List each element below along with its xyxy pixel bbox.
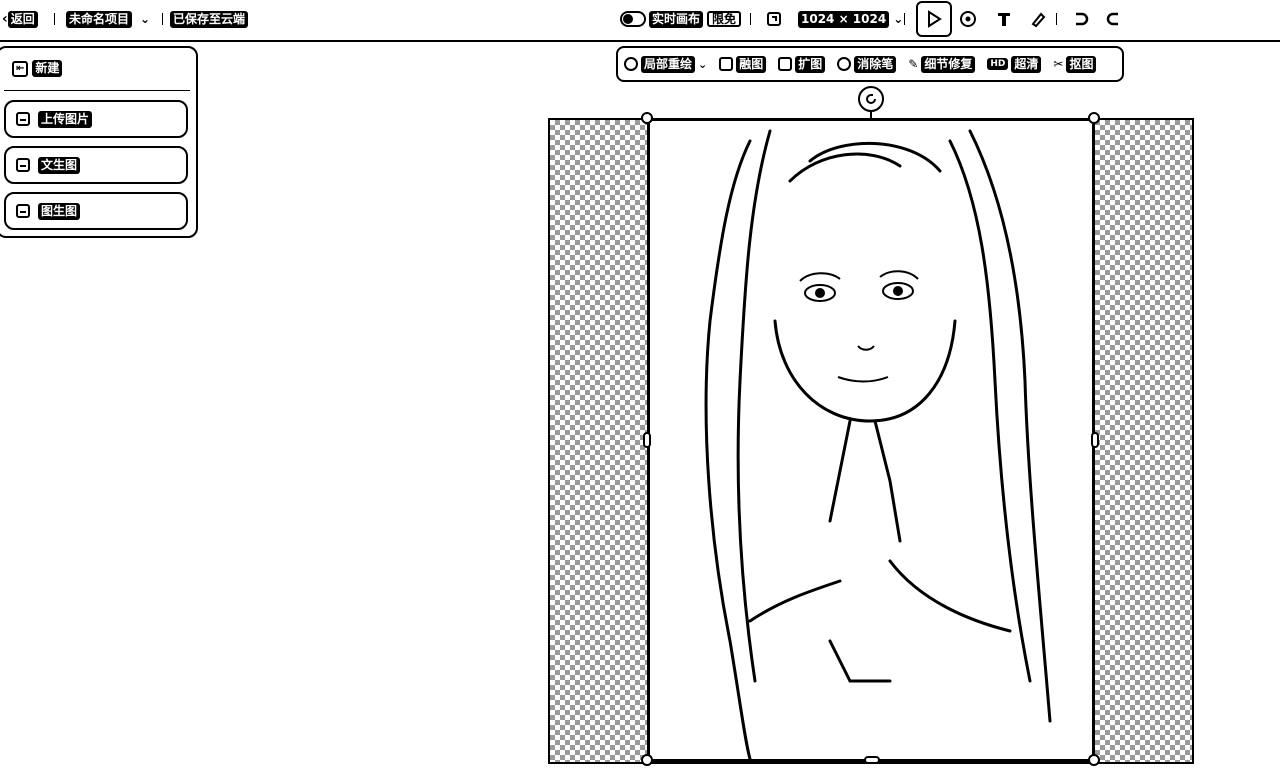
select-tool-icon[interactable] bbox=[916, 1, 952, 37]
canvas-size: 1024 × 1024 bbox=[798, 10, 890, 28]
cutout-label: 抠图 bbox=[1066, 55, 1097, 73]
realtime-canvas-toggle[interactable]: 实时画布 限免 bbox=[620, 9, 742, 29]
image-edit-toolbar: 局部重绘 ⌄ 融图 扩图 消除笔 ✎ 细节修复 HD 超清 ✂ 抠图 bbox=[616, 46, 1124, 82]
upload-image-icon bbox=[16, 112, 30, 126]
image-to-image-label: 图生图 bbox=[38, 202, 81, 220]
detail-repair-label: 细节修复 bbox=[921, 55, 976, 73]
wand-icon: ✎ bbox=[908, 57, 919, 71]
redo-icon[interactable] bbox=[1102, 7, 1126, 31]
rotate-icon bbox=[866, 94, 876, 104]
eraser-button[interactable]: 消除笔 bbox=[837, 55, 897, 73]
merge-label: 融图 bbox=[736, 55, 767, 73]
resize-handle-left[interactable] bbox=[643, 432, 651, 448]
rotate-handle[interactable] bbox=[858, 86, 884, 112]
expand-icon bbox=[778, 57, 793, 71]
new-label: 新建 bbox=[32, 60, 63, 77]
pen-tool-icon[interactable] bbox=[1026, 7, 1050, 31]
cutout-icon: ✂ bbox=[1053, 57, 1064, 71]
hd-label: 超清 bbox=[1011, 55, 1042, 73]
canvas-size-dropdown[interactable]: 1024 × 1024 ⌄ bbox=[798, 9, 903, 29]
merge-icon bbox=[719, 57, 734, 71]
top-bar: ‹ 返回 未命名项目 ⌄ 已保存至云端 实时画布 限免 1024 × 1024 … bbox=[0, 0, 1280, 42]
eraser-label: 消除笔 bbox=[854, 55, 897, 73]
divider bbox=[54, 13, 55, 25]
eraser-icon bbox=[837, 57, 852, 71]
resize-handle-bottom[interactable] bbox=[864, 756, 880, 764]
free-badge: 限免 bbox=[707, 11, 742, 27]
undo-icon[interactable] bbox=[1068, 7, 1092, 31]
back-label: 返回 bbox=[7, 10, 38, 28]
hand-tool-icon[interactable] bbox=[956, 7, 980, 31]
brush-icon bbox=[624, 57, 638, 71]
text-to-image-button[interactable]: 文生图 bbox=[4, 146, 188, 184]
inpaint-button[interactable]: 局部重绘 ⌄ bbox=[624, 55, 708, 73]
text-to-image-label: 文生图 bbox=[38, 156, 81, 174]
inpaint-label: 局部重绘 bbox=[641, 55, 696, 73]
project-name: 未命名项目 bbox=[66, 10, 133, 28]
image-to-image-button[interactable]: 图生图 bbox=[4, 192, 188, 230]
chevron-down-icon: ⌄ bbox=[893, 12, 904, 26]
collapse-icon[interactable]: ⇤ bbox=[12, 60, 29, 77]
divider bbox=[904, 13, 905, 25]
resize-handle-top-right[interactable] bbox=[1088, 112, 1100, 124]
detail-repair-button[interactable]: ✎ 细节修复 bbox=[908, 55, 976, 73]
divider bbox=[162, 13, 163, 25]
divider bbox=[750, 13, 751, 25]
canvas-image[interactable] bbox=[647, 118, 1095, 762]
merge-button[interactable]: 融图 bbox=[719, 55, 767, 73]
chevron-down-icon: ⌄ bbox=[698, 57, 708, 71]
text-to-image-icon bbox=[16, 158, 30, 172]
save-status: 已保存至云端 bbox=[170, 9, 249, 29]
expand-button[interactable]: 扩图 bbox=[778, 55, 826, 73]
text-tool-icon[interactable] bbox=[992, 7, 1016, 31]
resize-handle-bottom-left[interactable] bbox=[641, 754, 653, 766]
chevron-down-icon: ⌄ bbox=[140, 12, 151, 26]
hd-icon: HD bbox=[987, 58, 1009, 70]
divider bbox=[1056, 13, 1057, 25]
resize-handle-right[interactable] bbox=[1091, 432, 1099, 448]
save-status-text: 已保存至云端 bbox=[170, 10, 249, 28]
back-button[interactable]: ‹ 返回 bbox=[2, 9, 38, 29]
upload-image-button[interactable]: 上传图片 bbox=[4, 100, 188, 138]
upload-image-label: 上传图片 bbox=[38, 110, 93, 128]
divider bbox=[4, 90, 190, 91]
cutout-button[interactable]: ✂ 抠图 bbox=[1053, 55, 1097, 73]
toggle-switch[interactable] bbox=[620, 11, 646, 27]
realtime-label: 实时画布 bbox=[649, 10, 704, 28]
create-panel: ⇤ 新建 上传图片 文生图 图生图 bbox=[0, 46, 198, 238]
new-header[interactable]: ⇤ 新建 bbox=[12, 60, 63, 77]
hd-button[interactable]: HD 超清 bbox=[987, 55, 1042, 73]
aspect-ratio-icon[interactable] bbox=[762, 7, 786, 31]
image-to-image-icon bbox=[16, 204, 30, 218]
expand-label: 扩图 bbox=[795, 55, 826, 73]
resize-handle-bottom-right[interactable] bbox=[1088, 754, 1100, 766]
portrait-image bbox=[704, 129, 1052, 759]
resize-handle-top-left[interactable] bbox=[641, 112, 653, 124]
project-name-dropdown[interactable]: 未命名项目 ⌄ bbox=[66, 9, 150, 29]
chevron-left-icon: ‹ bbox=[2, 11, 8, 27]
